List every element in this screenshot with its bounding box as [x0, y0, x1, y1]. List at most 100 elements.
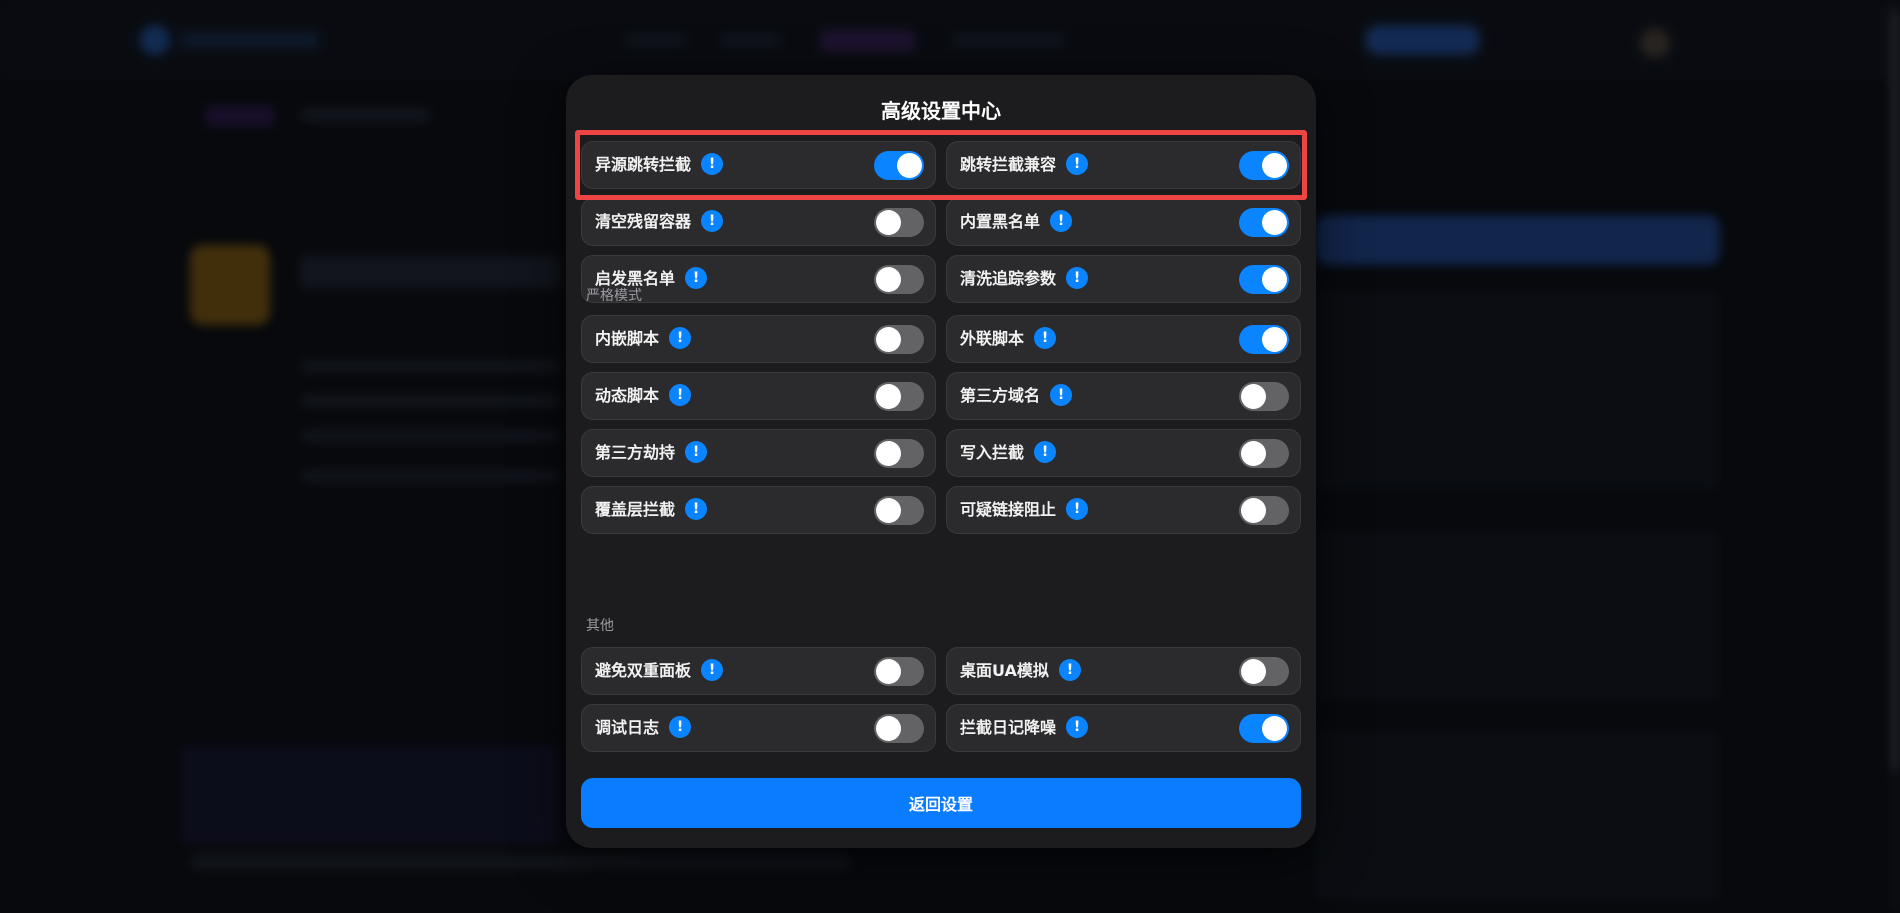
- toggle-switch[interactable]: [1239, 325, 1289, 354]
- setting-item: 覆盖层拦截!: [581, 486, 936, 534]
- setting-item: 第三方劫持!: [581, 429, 936, 477]
- settings-row: 第三方劫持! 写入拦截!: [581, 429, 1301, 477]
- info-icon[interactable]: !: [1066, 497, 1089, 520]
- toggle-switch[interactable]: [874, 714, 924, 743]
- setting-label: 第三方劫持!: [595, 430, 708, 476]
- setting-label: 避免双重面板!: [595, 648, 724, 694]
- section-label-other: 其他: [586, 618, 614, 634]
- setting-label: 动态脚本!: [595, 373, 692, 419]
- setting-label-text: 清洗追踪参数: [960, 269, 1057, 288]
- settings-row: 调试日志! 拦截日记降噪!: [581, 704, 1301, 752]
- info-icon[interactable]: !: [685, 440, 708, 463]
- setting-label-text: 可疑链接阻止: [960, 500, 1057, 519]
- setting-item: 可疑链接阻止!: [946, 486, 1301, 534]
- info-icon[interactable]: !: [685, 266, 708, 289]
- settings-row: 清空残留容器! 内置黑名单!: [581, 198, 1301, 246]
- toggle-knob: [876, 327, 901, 352]
- setting-label: 拦截日记降噪!: [960, 705, 1089, 751]
- info-icon[interactable]: !: [685, 497, 708, 520]
- setting-item: 第三方域名!: [946, 372, 1301, 420]
- toggle-knob: [1262, 210, 1287, 235]
- setting-label-text: 覆盖层拦截: [595, 500, 676, 519]
- setting-label-text: 第三方域名: [960, 386, 1041, 405]
- toggle-switch[interactable]: [1239, 265, 1289, 294]
- toggle-knob: [1262, 716, 1287, 741]
- info-icon[interactable]: !: [669, 383, 692, 406]
- toggle-switch[interactable]: [874, 496, 924, 525]
- setting-label: 第三方域名!: [960, 373, 1073, 419]
- setting-label: 内置黑名单!: [960, 199, 1073, 245]
- toggle-knob: [1241, 659, 1266, 684]
- advanced-settings-modal: 高级设置中心 异源跳转拦截! 跳转拦截兼容! 清空残留容器! 内置黑名单! 启发黑名单!…: [566, 75, 1316, 848]
- toggle-switch[interactable]: [1239, 496, 1289, 525]
- setting-item: 动态脚本!: [581, 372, 936, 420]
- setting-item: 内嵌脚本!: [581, 315, 936, 363]
- toggle-knob: [1241, 441, 1266, 466]
- setting-label: 覆盖层拦截!: [595, 487, 708, 533]
- settings-row: 启发黑名单! 清洗追踪参数!: [581, 255, 1301, 303]
- info-icon[interactable]: !: [1034, 326, 1057, 349]
- setting-item: 清空残留容器!: [581, 198, 936, 246]
- toggle-switch[interactable]: [874, 439, 924, 468]
- toggle-knob: [876, 716, 901, 741]
- toggle-knob: [876, 267, 901, 292]
- toggle-knob: [876, 659, 901, 684]
- setting-label-text: 动态脚本: [595, 386, 660, 405]
- toggle-switch[interactable]: [1239, 657, 1289, 686]
- setting-item: 写入拦截!: [946, 429, 1301, 477]
- setting-item: 外联脚本!: [946, 315, 1301, 363]
- toggle-switch[interactable]: [1239, 714, 1289, 743]
- return-settings-button[interactable]: 返回设置: [581, 778, 1301, 828]
- setting-label-text: 拦截日记降噪: [960, 718, 1057, 737]
- modal-title: 高级设置中心: [881, 99, 1001, 123]
- info-icon[interactable]: !: [701, 658, 724, 681]
- toggle-knob: [1241, 384, 1266, 409]
- setting-label-text: 调试日志: [595, 718, 660, 737]
- setting-label: 写入拦截!: [960, 430, 1057, 476]
- setting-item: 拦截日记降噪!: [946, 704, 1301, 752]
- info-icon[interactable]: !: [669, 715, 692, 738]
- info-icon[interactable]: !: [1050, 209, 1073, 232]
- toggle-knob: [1262, 327, 1287, 352]
- toggle-knob: [876, 210, 901, 235]
- toggle-switch[interactable]: [874, 657, 924, 686]
- highlight-box: [575, 130, 1307, 200]
- section-label-strict: 严格模式: [586, 288, 642, 304]
- setting-label-text: 外联脚本: [960, 329, 1025, 348]
- info-icon[interactable]: !: [1034, 440, 1057, 463]
- setting-label: 清洗追踪参数!: [960, 256, 1089, 302]
- setting-label-text: 避免双重面板: [595, 661, 692, 680]
- toggle-knob: [1241, 498, 1266, 523]
- setting-label: 调试日志!: [595, 705, 692, 751]
- info-icon[interactable]: !: [669, 326, 692, 349]
- toggle-switch[interactable]: [874, 382, 924, 411]
- info-icon[interactable]: !: [1058, 658, 1081, 681]
- settings-row: 动态脚本! 第三方域名!: [581, 372, 1301, 420]
- info-icon[interactable]: !: [1050, 383, 1073, 406]
- toggle-switch[interactable]: [1239, 208, 1289, 237]
- toggle-switch[interactable]: [1239, 439, 1289, 468]
- toggle-knob: [876, 384, 901, 409]
- setting-label: 可疑链接阻止!: [960, 487, 1089, 533]
- toggle-switch[interactable]: [874, 208, 924, 237]
- info-icon[interactable]: !: [1066, 266, 1089, 289]
- toggle-switch[interactable]: [1239, 382, 1289, 411]
- setting-item: 清洗追踪参数!: [946, 255, 1301, 303]
- setting-item: 内置黑名单!: [946, 198, 1301, 246]
- info-icon[interactable]: !: [1066, 715, 1089, 738]
- toggle-knob: [876, 498, 901, 523]
- toggle-knob: [876, 441, 901, 466]
- setting-item: 避免双重面板!: [581, 647, 936, 695]
- toggle-switch[interactable]: [874, 325, 924, 354]
- info-icon[interactable]: !: [701, 209, 724, 232]
- setting-item: 桌面UA模拟!: [946, 647, 1301, 695]
- setting-label: 外联脚本!: [960, 316, 1057, 362]
- setting-label-text: 清空残留容器: [595, 212, 692, 231]
- settings-row: 覆盖层拦截! 可疑链接阻止!: [581, 486, 1301, 534]
- toggle-switch[interactable]: [874, 265, 924, 294]
- toggle-knob: [1262, 267, 1287, 292]
- setting-item: 调试日志!: [581, 704, 936, 752]
- setting-label-text: 内嵌脚本: [595, 329, 660, 348]
- setting-label: 清空残留容器!: [595, 199, 724, 245]
- setting-label-text: 写入拦截: [960, 443, 1025, 462]
